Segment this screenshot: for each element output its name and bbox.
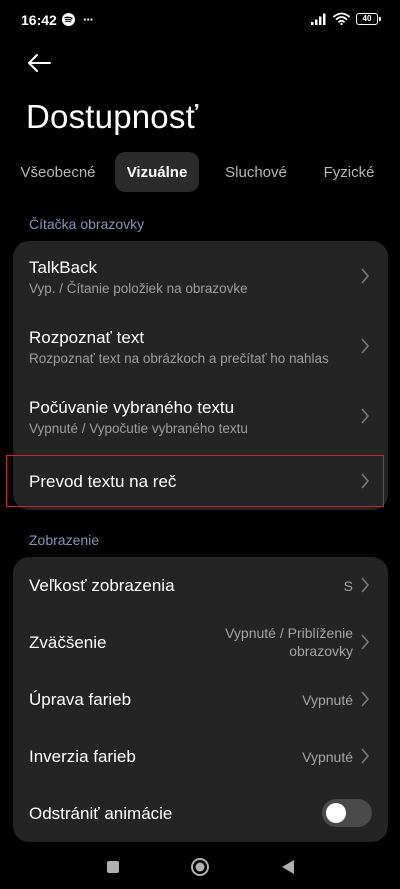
back-arrow-icon [28, 54, 51, 72]
battery-icon: 40 [356, 12, 381, 25]
item-title: Veľkosť zobrazenia [29, 576, 175, 595]
chevron-right-icon [361, 473, 370, 489]
value-line: obrazovky [289, 643, 353, 659]
tab-label: Vizuálne [126, 163, 188, 181]
screen-reader-card: TalkBack Vyp. / Čítanie položiek na obra… [13, 241, 388, 510]
chevron-right-icon [361, 577, 370, 593]
remove-animations-toggle[interactable] [322, 799, 372, 827]
more-notifications-icon: ··· [83, 12, 94, 27]
value-line: Vypnuté / Priblíženie [225, 625, 353, 641]
remove-animations-item: Odstrániť animácie [13, 785, 388, 842]
color-inversion-item[interactable]: Inverzia farieb Vypnuté [13, 728, 388, 785]
item-subtitle: Rozpoznať text na obrázkoch a prečítať h… [29, 351, 329, 366]
item-title: TalkBack [29, 258, 98, 277]
text-to-speech-item[interactable]: Prevod textu na reč [13, 455, 388, 507]
item-title: Počúvanie vybraného textu [29, 398, 235, 417]
item-value: Vypnuté / Priblíženie obrazovky [225, 624, 353, 660]
spotify-icon [62, 13, 75, 26]
item-title: Rozpoznať text [29, 328, 145, 347]
chevron-right-icon [361, 634, 370, 650]
item-subtitle: Vypnuté / Vypočutie vybraného textu [29, 421, 248, 436]
tab-label: Všeobecné [20, 163, 96, 181]
triangle-back-icon [282, 860, 294, 874]
display-size-item[interactable]: Veľkosť zobrazenia S [13, 557, 388, 614]
back-nav-button[interactable] [276, 855, 300, 879]
item-value: Vypnuté [302, 749, 353, 765]
tab-vseobecne[interactable]: Všeobecné [16, 152, 100, 192]
chevron-right-icon [361, 408, 370, 424]
square-icon [107, 861, 119, 873]
select-to-speak-item[interactable]: Počúvanie vybraného textu Vypnuté / Vypo… [13, 381, 388, 451]
display-card: Veľkosť zobrazenia S Zväčšenie Vypnuté /… [13, 557, 388, 842]
item-title: Prevod textu na reč [29, 472, 177, 491]
battery-level: 40 [362, 14, 372, 23]
navigation-bar [0, 845, 400, 889]
tab-fyzicke[interactable]: Fyzické [316, 152, 382, 192]
chevron-right-icon [361, 338, 370, 354]
tab-vizualne[interactable]: Vizuálne [115, 152, 199, 192]
chevron-right-icon [361, 268, 370, 284]
page-title: Dostupnosť [26, 98, 199, 135]
item-subtitle: Vyp. / Čítanie položiek na obrazovke [29, 281, 248, 296]
item-title: Úprava farieb [29, 690, 132, 709]
category-tabs: Všeobecné Vizuálne Sluchové Fyzické [0, 152, 400, 194]
item-value: Vypnuté [302, 692, 353, 708]
tab-label: Sluchové [225, 163, 287, 181]
section-header-screen-reader: Čítačka obrazovky [29, 216, 145, 232]
home-button[interactable] [188, 855, 212, 879]
item-title: Zväčšenie [29, 633, 107, 652]
toggle-knob [326, 803, 346, 823]
tab-sluchove[interactable]: Sluchové [215, 152, 297, 192]
magnification-item[interactable]: Zväčšenie Vypnuté / Priblíženie obrazovk… [13, 614, 388, 671]
section-header-display: Zobrazenie [29, 532, 100, 548]
item-value: S [343, 578, 353, 594]
wifi-icon [333, 12, 350, 25]
chevron-right-icon [361, 691, 370, 707]
item-title: Odstrániť animácie [29, 804, 173, 823]
back-button[interactable] [20, 46, 58, 80]
signal-icon [311, 13, 326, 25]
recent-apps-button[interactable] [101, 855, 125, 879]
chevron-right-icon [361, 748, 370, 764]
circle-icon [191, 858, 209, 876]
tab-label: Fyzické [323, 163, 375, 181]
status-bar: 16:42 ··· 40 [0, 0, 400, 40]
color-correction-item[interactable]: Úprava farieb Vypnuté [13, 671, 388, 728]
item-title: Inverzia farieb [29, 747, 136, 766]
talkback-item[interactable]: TalkBack Vyp. / Čítanie položiek na obra… [13, 241, 388, 311]
recognize-text-item[interactable]: Rozpoznať text Rozpoznať text na obrázko… [13, 311, 388, 381]
status-time: 16:42 [21, 12, 57, 28]
